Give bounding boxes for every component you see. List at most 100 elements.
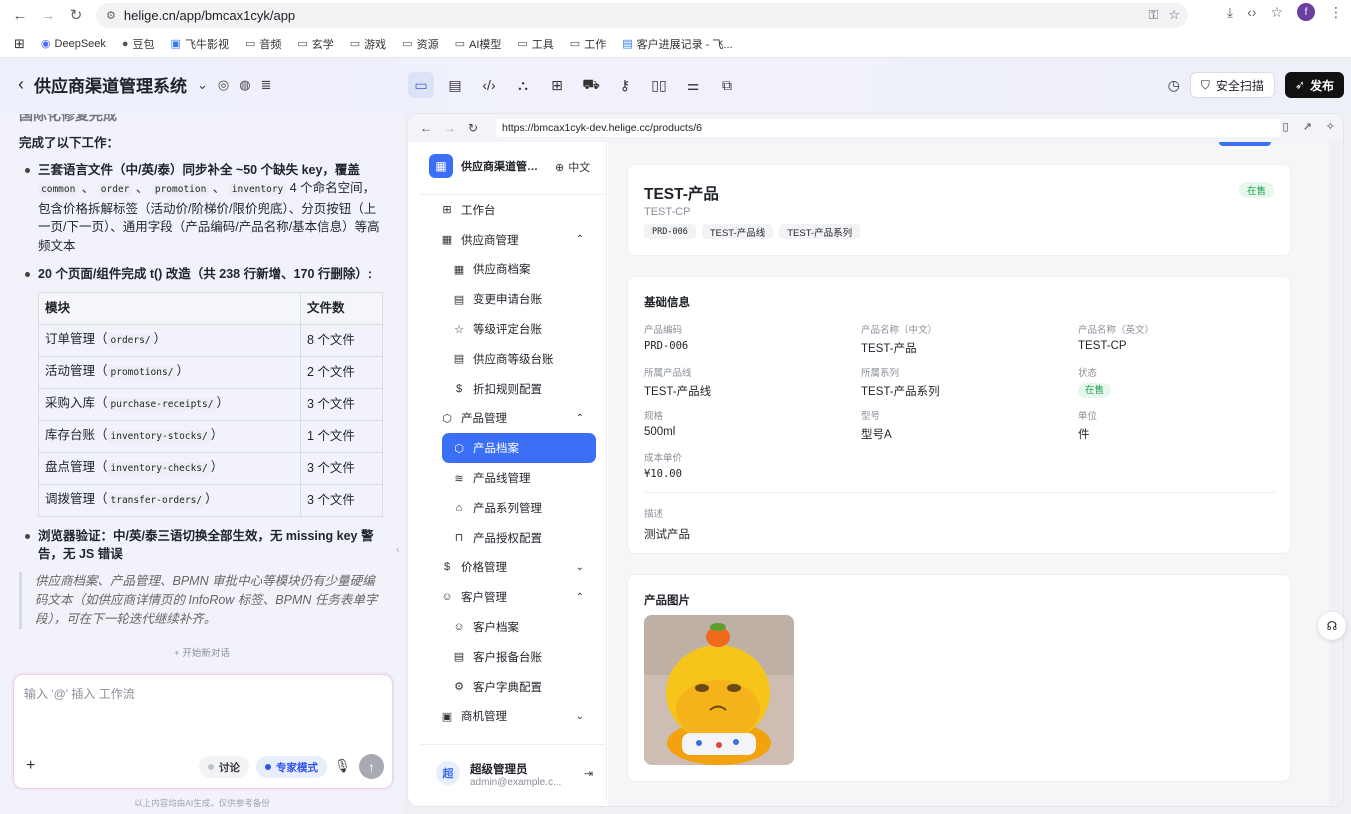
key-icon[interactable]: ⚷ bbox=[612, 72, 638, 98]
box-icon: ⬡ bbox=[454, 442, 464, 455]
send-button[interactable]: ↑ bbox=[359, 754, 384, 779]
publish-button[interactable]: ➶ 发布 bbox=[1284, 72, 1344, 98]
deepseek-icon: ◉ bbox=[40, 38, 51, 50]
sidebar-group-product[interactable]: ⬡ 产品管理 ⌃ bbox=[420, 404, 606, 434]
security-scan-button[interactable]: ⛉ 安全扫描 bbox=[1189, 72, 1275, 98]
headset-support-icon[interactable]: ☊ bbox=[1318, 612, 1346, 640]
devtools-icon[interactable]: ‹› bbox=[1247, 4, 1256, 20]
sidebar-group-supplier[interactable]: ▦ 供应商管理 ⌃ bbox=[420, 225, 606, 255]
product-image[interactable] bbox=[644, 615, 794, 765]
browser-menu-icon[interactable]: ⋮ bbox=[1329, 4, 1343, 21]
message-intro: 完成了以下工作： bbox=[19, 136, 120, 150]
sidebar-item-customer-dict[interactable]: ⚙ 客户字典配置 bbox=[420, 672, 606, 702]
sidebar-item-grade-ledger[interactable]: ☆ 等级评定台账 bbox=[420, 314, 606, 344]
chat-input-box[interactable]: 输入 '@' 插入 工作流 + 讨论 专家模式 🎙 ↑ bbox=[13, 674, 393, 789]
scrollbar[interactable] bbox=[1329, 142, 1343, 806]
add-attachment-icon[interactable]: + bbox=[26, 757, 35, 775]
sidebar-item-supplier-grade[interactable]: ▤ 供应商等级台账 bbox=[420, 344, 606, 374]
extensions-star-icon[interactable]: ☆ bbox=[1270, 4, 1283, 21]
sidebar-item-supplier-profile[interactable]: ▦ 供应商档案 bbox=[420, 255, 606, 285]
sidebar-item-change-requests[interactable]: ▤ 变更申请台账 bbox=[420, 284, 606, 314]
product-name: TEST-产品 bbox=[644, 186, 719, 203]
back-icon[interactable]: ← bbox=[6, 1, 34, 29]
logout-icon[interactable]: ⇥ bbox=[584, 767, 593, 780]
mobile-view-icon[interactable]: ▯ bbox=[1283, 120, 1289, 133]
sidebar-item-product-profile[interactable]: ⬡ 产品档案 bbox=[442, 433, 596, 464]
sidebar-group-customer[interactable]: ☺ 客户管理 ⌃ bbox=[420, 582, 606, 612]
preview-reload-icon[interactable]: ↻ bbox=[468, 121, 478, 135]
target-icon[interactable]: ◎ bbox=[218, 77, 229, 93]
reload-icon[interactable]: ↻ bbox=[62, 1, 90, 29]
code-order: order bbox=[97, 183, 133, 196]
car-icon[interactable]: ⛟ bbox=[578, 72, 604, 98]
sidebar-group-price[interactable]: $ 价格管理 ⌄ bbox=[420, 553, 606, 583]
user-name: 超级管理员 bbox=[470, 764, 528, 776]
download-icon[interactable]: ⤓ bbox=[1227, 4, 1233, 21]
sidebar-item-discount-rules[interactable]: $ 折扣规则配置 bbox=[420, 374, 606, 404]
bookmark-folder-ai[interactable]: ▭ AI模型 bbox=[449, 33, 508, 55]
code-icon[interactable]: ‹/› bbox=[476, 72, 502, 98]
profile-avatar[interactable]: f bbox=[1297, 3, 1315, 21]
module-table: 模块 文件数 订单管理（ orders/） 8 个文件 活动管理（ promotion… bbox=[38, 291, 383, 517]
palette-icon[interactable]: ◍ bbox=[239, 77, 250, 93]
folder-icon: ▭ bbox=[297, 38, 308, 50]
bookmark-feiniu[interactable]: ▣ 飞牛影视 bbox=[165, 33, 235, 55]
sidebar-item-customer-report[interactable]: ▤ 客户报备台账 bbox=[420, 642, 606, 672]
back-chevron-icon[interactable]: ‹ bbox=[18, 74, 24, 95]
history-clock-icon[interactable]: ◷ bbox=[1168, 77, 1180, 94]
address-url[interactable]: helige.cn/app/bmcax1cyk/app bbox=[124, 8, 295, 23]
product-images-card: 产品图片 bbox=[627, 574, 1291, 782]
preview-window-icon[interactable]: ▭ bbox=[408, 72, 434, 98]
bookmark-folder-audio[interactable]: ▭ 音频 bbox=[239, 33, 287, 55]
bookmark-deepseek[interactable]: ◉ DeepSeek bbox=[35, 33, 112, 55]
bookmark-folder-xuanxue[interactable]: ▭ 玄学 bbox=[291, 33, 339, 55]
sidebar-group-opportunity[interactable]: ▣ 商机管理 ⌄ bbox=[420, 702, 606, 732]
avatar[interactable]: 超 bbox=[436, 761, 460, 785]
site-settings-icon[interactable]: ⚙ bbox=[106, 9, 116, 22]
sidebar-item-product-line[interactable]: ≋ 产品线管理 bbox=[420, 463, 606, 493]
table-icon[interactable]: ⊞ bbox=[544, 72, 570, 98]
forward-icon[interactable]: → bbox=[34, 1, 62, 29]
chevron-down-icon[interactable]: ⌄ bbox=[197, 77, 208, 93]
chat-input-placeholder[interactable]: 输入 '@' 插入 工作流 bbox=[24, 685, 135, 702]
folder-icon: ▭ bbox=[454, 38, 465, 50]
book-icon[interactable]: ▯▯ bbox=[646, 72, 672, 98]
microphone-icon[interactable]: 🎙 bbox=[334, 758, 351, 774]
discuss-mode-toggle[interactable]: 讨论 bbox=[199, 756, 249, 778]
new-chat-button[interactable]: + 开始新对话 bbox=[0, 645, 404, 659]
product-tags: PRD-006 TEST-产品线 TEST-产品系列 bbox=[644, 224, 861, 239]
bookmark-client-progress[interactable]: ▤ 客户进展记录 - 飞... bbox=[616, 33, 738, 55]
dollar-icon: $ bbox=[455, 382, 463, 395]
bookmark-folder-resources[interactable]: ▭ 资源 bbox=[396, 33, 444, 55]
language-switcher[interactable]: ⊕ 中文 bbox=[555, 159, 590, 175]
project-title[interactable]: 供应商渠道管理系统 bbox=[34, 72, 187, 97]
sidebar-item-dashboard[interactable]: ⊞ 工作台 bbox=[420, 195, 606, 225]
list-icon[interactable]: ≣ bbox=[261, 77, 272, 93]
copy-icon[interactable]: ⧉ bbox=[714, 72, 740, 98]
apps-grid-icon[interactable]: ⊞ bbox=[8, 33, 31, 55]
user-icon: ☺ bbox=[441, 591, 453, 604]
password-key-icon[interactable]: ⚿ bbox=[1148, 7, 1158, 23]
preview-url[interactable]: https://bmcax1cyk-dev.helige.cc/products… bbox=[496, 119, 1281, 137]
scrolled-button-edge[interactable] bbox=[1219, 142, 1271, 146]
bookmark-folder-tools[interactable]: ▭ 工具 bbox=[511, 33, 559, 55]
bookmark-doubao[interactable]: ● 豆包 bbox=[116, 33, 161, 55]
sidebar-item-product-auth[interactable]: ⊓ 产品授权配置 bbox=[420, 523, 606, 553]
building-logo-icon: ▦ bbox=[429, 154, 453, 178]
sidebar-item-customer-profile[interactable]: ☺ 客户档案 bbox=[420, 612, 606, 642]
bookmark-folder-games[interactable]: ▭ 游戏 bbox=[344, 33, 392, 55]
preview-forward-icon[interactable]: → bbox=[444, 121, 456, 135]
settings-sliders-icon[interactable]: ⚌ bbox=[680, 72, 706, 98]
inspect-icon[interactable]: ✧ bbox=[1326, 120, 1335, 133]
preview-back-icon[interactable]: ← bbox=[420, 121, 432, 135]
workflow-icon[interactable]: ⛬ bbox=[510, 72, 536, 98]
bookmark-star-icon[interactable]: ☆ bbox=[1168, 7, 1180, 23]
section-title: 基础信息 bbox=[644, 297, 690, 309]
bookmark-folder-work[interactable]: ▭ 工作 bbox=[564, 33, 612, 55]
expert-mode-toggle[interactable]: 专家模式 bbox=[256, 756, 327, 778]
document-icon[interactable]: ▤ bbox=[442, 72, 468, 98]
collapse-panel-icon[interactable]: ‹ bbox=[396, 544, 400, 556]
address-bar[interactable]: ⚙ helige.cn/app/bmcax1cyk/app ⚿ ☆ bbox=[96, 3, 1188, 28]
open-external-icon[interactable]: ↗ bbox=[1303, 120, 1312, 133]
sidebar-item-product-series[interactable]: ⌂ 产品系列管理 bbox=[420, 493, 606, 523]
